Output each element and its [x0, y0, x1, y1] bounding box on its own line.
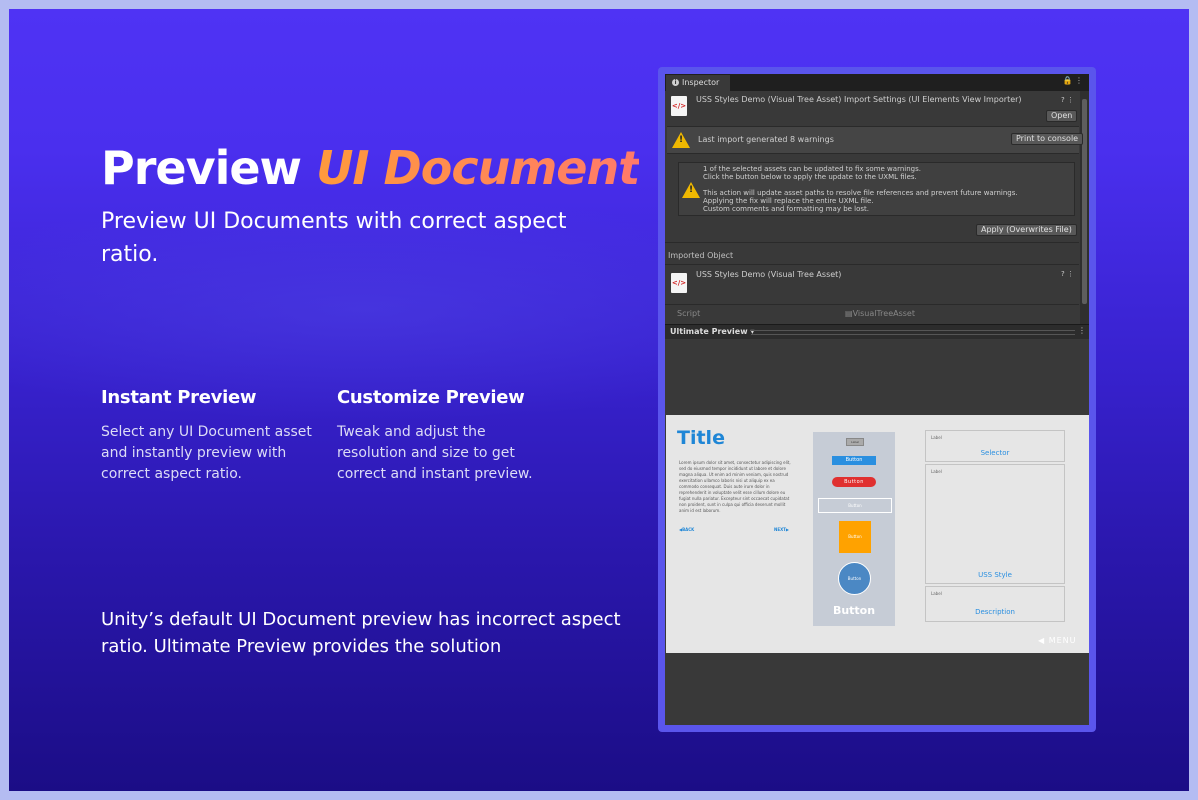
bottom-note: Unity’s default UI Document preview has …: [101, 609, 621, 657]
update-line: Click the button below to apply the upda…: [703, 173, 917, 181]
update-line: This action will update asset paths to r…: [703, 189, 1018, 197]
preview-button-column: Label Button Button Button Button Button…: [813, 432, 895, 626]
warning-icon: !: [682, 182, 700, 198]
warning-icon: !: [672, 132, 690, 148]
scrollbar-thumb[interactable]: [1082, 99, 1087, 304]
preview-panel-uss-style: Label USS Style: [925, 464, 1065, 584]
imported-object-title: USS Styles Demo (Visual Tree Asset): [696, 270, 842, 279]
feature-title: Customize Preview: [337, 387, 525, 408]
panel-label: Label: [931, 469, 942, 474]
imported-object-label: Imported Object: [668, 251, 734, 260]
preview-button-orange[interactable]: Button: [839, 521, 871, 553]
preview-next-link[interactable]: NEXT▶: [774, 527, 789, 532]
feature-customize-preview: Customize Preview Tweak and adjust the r…: [337, 387, 552, 485]
preview-mini-label: Label: [846, 438, 864, 446]
divider: [665, 264, 1079, 265]
update-warning-box: ! 1 of the selected assets can be update…: [678, 162, 1075, 216]
preview-paragraph: Lorem ipsum dolor sit amet, consectetur …: [679, 460, 791, 513]
open-button[interactable]: Open: [1046, 110, 1078, 122]
preview-button-text[interactable]: Button: [813, 604, 895, 617]
ultimate-preview-dropdown[interactable]: Ultimate Preview ▾: [670, 327, 754, 336]
feature-title: Instant Preview: [101, 387, 257, 408]
subtitle: Preview UI Documents with correct aspect…: [101, 209, 567, 267]
headline: Preview UI Document: [101, 141, 640, 195]
script-value: ▤VisualTreeAsset: [845, 309, 915, 318]
more-options-icon[interactable]: ⋮: [1078, 326, 1086, 335]
import-settings-title: USS Styles Demo (Visual Tree Asset) Impo…: [696, 95, 1022, 104]
preview-button-outline[interactable]: Button: [818, 498, 892, 513]
update-line: Custom comments and formatting may be lo…: [703, 205, 870, 213]
panel-value: Selector: [980, 449, 1010, 457]
warning-summary: Last import generated 8 warnings: [698, 135, 834, 144]
preview-panel-selector: Label Selector: [925, 430, 1065, 462]
ultimate-preview-toolbar: Ultimate Preview ▾ ⋮: [665, 324, 1089, 339]
print-to-console-button[interactable]: Print to console: [1011, 133, 1084, 145]
headline-accent: UI Document: [316, 141, 640, 195]
update-line: 1 of the selected assets can be updated …: [703, 165, 921, 173]
tab-bar: i Inspector 🔒 ⋮: [665, 74, 1089, 91]
headline-main: Preview: [101, 141, 302, 195]
uxml-file-icon: </>: [671, 273, 687, 293]
import-warning-box: ! Last import generated 8 warnings Print…: [667, 126, 1084, 154]
panel-label: Label: [931, 591, 942, 596]
preview-title: Title: [677, 427, 725, 449]
apply-overwrites-button[interactable]: Apply (Overwrites File): [976, 224, 1077, 236]
ui-document-preview: Title Lorem ipsum dolor sit amet, consec…: [666, 415, 1089, 653]
tab-label: Inspector: [682, 78, 720, 87]
feature-text: Select any UI Document asset and instant…: [101, 424, 312, 482]
divider: [665, 304, 1079, 305]
script-label: Script: [677, 309, 701, 318]
preview-button-blue[interactable]: Button: [832, 456, 876, 465]
script-file-icon: ▤: [845, 309, 853, 318]
script-value-text: VisualTreeAsset: [852, 309, 915, 318]
panel-value: USS Style: [978, 571, 1012, 579]
panel-label: Label: [931, 435, 942, 440]
preview-button-red[interactable]: Button: [832, 477, 876, 487]
tab-inspector[interactable]: i Inspector: [666, 75, 730, 91]
panel-value: Description: [975, 608, 1015, 616]
inspector-scrollbar[interactable]: [1080, 91, 1089, 326]
feature-instant-preview: Instant Preview Select any UI Document a…: [101, 387, 316, 485]
resize-handle[interactable]: [751, 330, 1075, 335]
update-line: Applying the fix will replace the entire…: [703, 197, 874, 205]
preview-button-circle[interactable]: Button: [838, 562, 871, 595]
uxml-file-icon: </>: [671, 96, 687, 116]
help-icon[interactable]: ? ⋮: [1061, 96, 1074, 104]
promo-canvas: Preview UI Document Preview UI Documents…: [9, 9, 1189, 791]
help-icon[interactable]: ? ⋮: [1061, 270, 1074, 278]
lock-icon[interactable]: 🔒 ⋮: [1062, 76, 1083, 85]
preview-menu-link[interactable]: ◀ MENU: [1038, 636, 1077, 645]
info-icon: i: [672, 79, 679, 86]
unity-inspector-window: i Inspector 🔒 ⋮ </> USS Styles Demo (Visu…: [665, 74, 1089, 725]
divider: [665, 242, 1079, 243]
unity-window-frame: i Inspector 🔒 ⋮ </> USS Styles Demo (Visu…: [658, 67, 1096, 732]
feature-text: Tweak and adjust the resolution and size…: [337, 424, 533, 482]
preview-panel-description: Label Description: [925, 586, 1065, 622]
preview-back-link[interactable]: ◀BACK: [679, 527, 694, 532]
